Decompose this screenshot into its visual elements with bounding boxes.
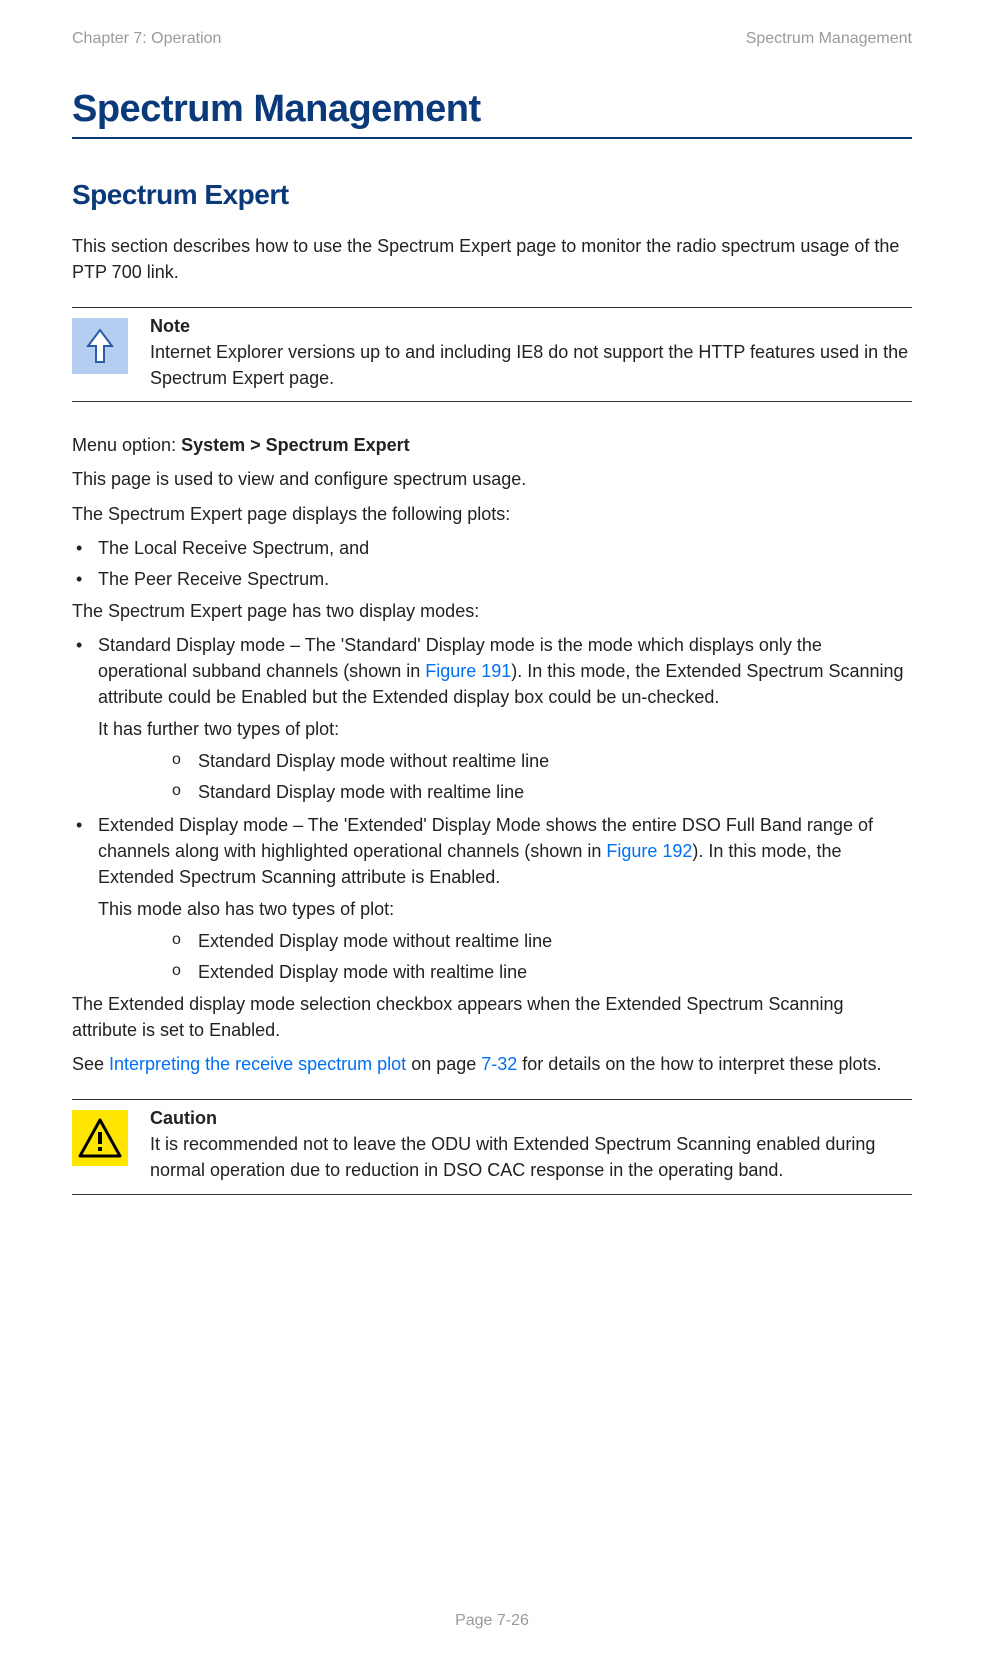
intro-paragraph: This section describes how to use the Sp… <box>72 233 912 285</box>
interpreting-link[interactable]: Interpreting the receive spectrum plot <box>109 1054 406 1074</box>
list-item: Standard Display mode with realtime line <box>168 779 912 805</box>
menu-option-label: Menu option: <box>72 435 181 455</box>
paragraph-plots: The Spectrum Expert page displays the fo… <box>72 501 912 527</box>
note-body: Note Internet Explorer versions up to an… <box>150 316 912 391</box>
heading-1: Spectrum Management <box>72 88 912 131</box>
page-ref-link[interactable]: 7-32 <box>481 1054 517 1074</box>
paragraph-see: See Interpreting the receive spectrum pl… <box>72 1051 912 1077</box>
paragraph-usage: This page is used to view and configure … <box>72 466 912 492</box>
menu-option-path: System > Spectrum Expert <box>181 435 410 455</box>
caution-box: Caution It is recommended not to leave t… <box>72 1099 912 1194</box>
list-item: The Local Receive Spectrum, and <box>72 535 912 561</box>
note-text: Internet Explorer versions up to and inc… <box>150 339 912 391</box>
list-item: Extended Display mode without realtime l… <box>168 928 912 954</box>
paragraph-modes: The Spectrum Expert page has two display… <box>72 598 912 624</box>
caution-icon <box>72 1110 128 1166</box>
list-item: Extended Display mode – The 'Extended' D… <box>72 812 912 986</box>
see-mid: on page <box>406 1054 481 1074</box>
header-left: Chapter 7: Operation <box>72 30 221 48</box>
see-post: for details on the how to interpret thes… <box>517 1054 881 1074</box>
menu-option-line: Menu option: System > Spectrum Expert <box>72 432 912 458</box>
note-box: Note Internet Explorer versions up to an… <box>72 307 912 402</box>
note-icon <box>72 318 128 374</box>
heading-2: Spectrum Expert <box>72 179 912 211</box>
list-item: Standard Display mode – The 'Standard' D… <box>72 632 912 806</box>
paragraph-checkbox: The Extended display mode selection chec… <box>72 991 912 1043</box>
heading-rule <box>72 137 912 139</box>
caution-body: Caution It is recommended not to leave t… <box>150 1108 912 1183</box>
ext-sub-lead: This mode also has two types of plot: <box>98 896 912 922</box>
std-sublist: Standard Display mode without realtime l… <box>168 748 912 805</box>
figure-192-link[interactable]: Figure 192 <box>606 841 692 861</box>
list-item: Standard Display mode without realtime l… <box>168 748 912 774</box>
page-header: Chapter 7: Operation Spectrum Management <box>72 30 912 48</box>
see-pre: See <box>72 1054 109 1074</box>
page-container: Chapter 7: Operation Spectrum Management… <box>0 0 984 1660</box>
ext-sublist: Extended Display mode without realtime l… <box>168 928 912 985</box>
caution-title: Caution <box>150 1108 912 1129</box>
figure-191-link[interactable]: Figure 191 <box>425 661 511 681</box>
caution-text: It is recommended not to leave the ODU w… <box>150 1131 912 1183</box>
page-footer: Page 7-26 <box>0 1612 984 1630</box>
plots-list: The Local Receive Spectrum, and The Peer… <box>72 535 912 592</box>
note-title: Note <box>150 316 912 337</box>
list-item: The Peer Receive Spectrum. <box>72 566 912 592</box>
std-sub-lead: It has further two types of plot: <box>98 716 912 742</box>
list-item: Extended Display mode with realtime line <box>168 959 912 985</box>
header-right: Spectrum Management <box>746 30 912 48</box>
modes-list: Standard Display mode – The 'Standard' D… <box>72 632 912 985</box>
